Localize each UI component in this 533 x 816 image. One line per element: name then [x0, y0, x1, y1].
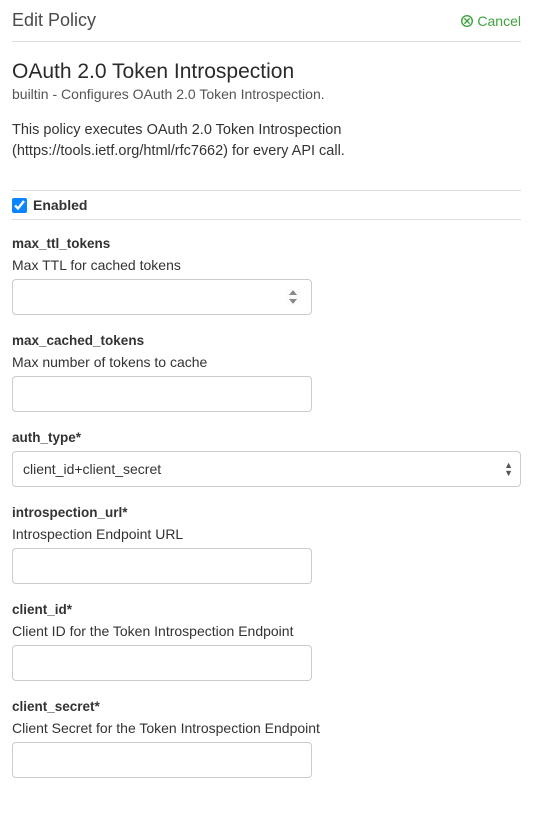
field-name: client_secret* [12, 699, 521, 714]
max-cached-tokens-input[interactable] [12, 376, 312, 412]
cancel-button[interactable]: Cancel [461, 13, 521, 29]
auth-type-select[interactable]: client_id+client_secret [12, 451, 521, 487]
field-help: Client ID for the Token Introspection En… [12, 623, 521, 639]
field-help: Introspection Endpoint URL [12, 526, 521, 542]
enabled-row: Enabled [12, 190, 521, 220]
max-ttl-tokens-input[interactable] [12, 279, 312, 315]
field-help: Client Secret for the Token Introspectio… [12, 720, 521, 736]
field-help: Max number of tokens to cache [12, 354, 521, 370]
policy-type: builtin [12, 86, 49, 102]
field-max-cached-tokens: max_cached_tokens Max number of tokens t… [12, 333, 521, 412]
policy-subtitle: builtin - Configures OAuth 2.0 Token Int… [12, 86, 521, 102]
cancel-icon [461, 15, 473, 27]
field-name: max_ttl_tokens [12, 236, 521, 251]
field-introspection-url: introspection_url* Introspection Endpoin… [12, 505, 521, 584]
field-client-secret: client_secret* Client Secret for the Tok… [12, 699, 521, 778]
header-divider [12, 41, 521, 42]
field-auth-type: auth_type* client_id+client_secret ▲▼ [12, 430, 521, 487]
enabled-label: Enabled [33, 197, 87, 213]
enabled-checkbox[interactable] [12, 198, 27, 213]
page-header: Edit Policy Cancel [12, 10, 521, 31]
field-name: max_cached_tokens [12, 333, 521, 348]
introspection-url-input[interactable] [12, 548, 312, 584]
cancel-label: Cancel [477, 13, 521, 29]
field-client-id: client_id* Client ID for the Token Intro… [12, 602, 521, 681]
policy-summary: Configures OAuth 2.0 Token Introspection… [61, 86, 325, 102]
client-secret-input[interactable] [12, 742, 312, 778]
field-name: introspection_url* [12, 505, 521, 520]
field-name: client_id* [12, 602, 521, 617]
field-max-ttl-tokens: max_ttl_tokens Max TTL for cached tokens [12, 236, 521, 315]
field-name: auth_type* [12, 430, 521, 445]
subtitle-sep: - [52, 86, 57, 102]
policy-description: This policy executes OAuth 2.0 Token Int… [12, 120, 521, 162]
page-title: Edit Policy [12, 10, 96, 31]
client-id-input[interactable] [12, 645, 312, 681]
policy-title: OAuth 2.0 Token Introspection [12, 60, 521, 84]
field-help: Max TTL for cached tokens [12, 257, 521, 273]
